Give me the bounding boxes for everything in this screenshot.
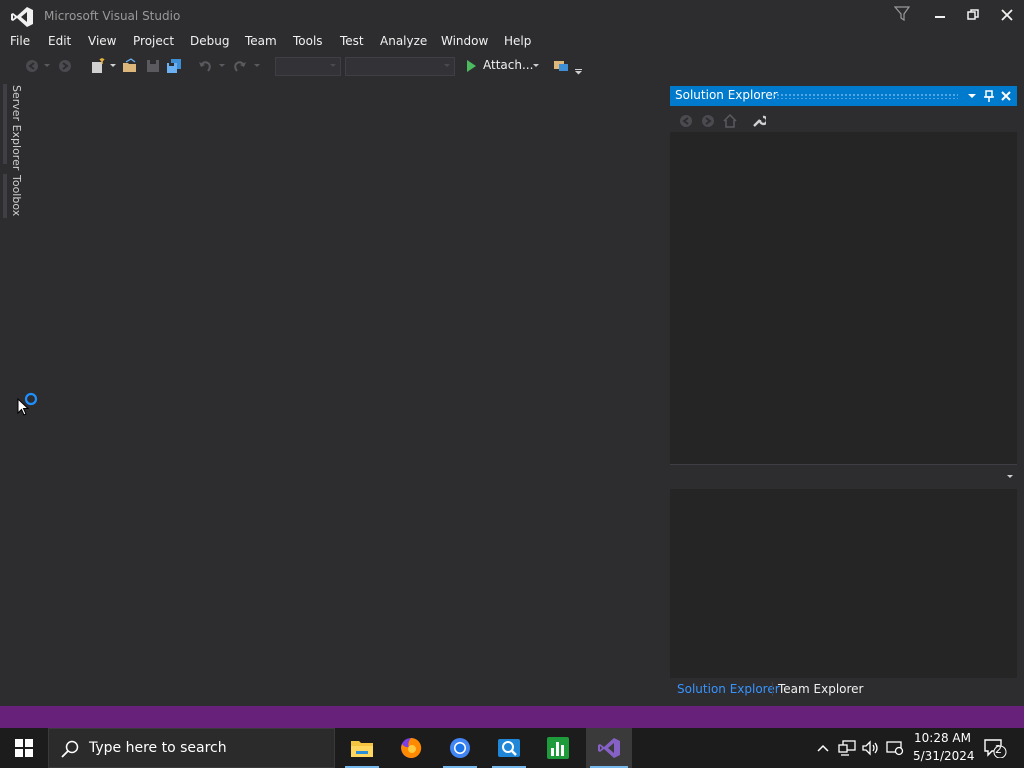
chrome-icon [450,738,470,758]
taskbar-search-box[interactable]: Type here to search [48,728,335,768]
menu-test[interactable]: Test [340,32,364,52]
standard-toolbar: Attach... [0,54,1024,78]
window-position-dropdown-icon[interactable] [964,88,980,104]
magnifier-app-icon [498,739,520,757]
notification-count-badge: 2 [995,743,1002,756]
start-debugging-play-icon[interactable] [464,56,478,76]
file-explorer-icon [351,741,373,757]
properties-splitter[interactable] [670,464,1017,489]
solution-explorer-title: Solution Explorer [675,88,778,102]
solution-explorer-toolbar [670,106,1017,132]
menu-view[interactable]: View [88,32,116,52]
display-settings-icon[interactable] [885,738,905,758]
taskbar-firefox[interactable] [390,728,432,768]
navigate-back-dropdown-icon[interactable] [42,56,52,76]
menu-tools[interactable]: Tools [293,32,323,52]
new-project-dropdown-icon[interactable] [109,56,117,76]
close-button[interactable] [991,4,1023,26]
windows-logo-icon [15,739,33,757]
open-file-icon[interactable] [121,56,139,76]
taskbar-file-explorer[interactable] [341,728,383,768]
attach-button[interactable]: Attach... [483,57,533,74]
new-project-icon[interactable] [88,56,106,76]
undo-dropdown-icon[interactable] [217,56,227,76]
editor-area [24,80,668,706]
menu-project[interactable]: Project [133,32,174,52]
window-title: Microsoft Visual Studio [44,9,181,23]
taskbar-visual-studio[interactable] [586,728,632,768]
undo-icon[interactable] [196,56,214,76]
feedback-filter-icon[interactable] [893,5,911,23]
toolbox-tab[interactable]: Toolbox [10,175,23,216]
left-tool-strip: Server Explorer Toolbox [0,80,24,706]
menu-debug[interactable]: Debug [190,32,229,52]
redo-icon[interactable] [231,56,249,76]
menu-bar: File Edit View Project Debug Team Tools … [0,32,1024,52]
volume-icon[interactable] [861,738,881,758]
save-all-icon[interactable] [165,56,183,76]
pin-icon[interactable] [981,88,997,104]
visual-studio-logo-icon [10,6,34,28]
start-button[interactable] [0,728,48,768]
menu-edit[interactable]: Edit [48,32,71,52]
menu-analyze[interactable]: Analyze [380,32,427,52]
solution-explorer-tabs: Solution Explorer Team Explorer [670,678,1017,700]
clock-time[interactable]: 10:28 AM [914,731,971,745]
se-back-icon[interactable] [678,111,694,131]
redo-dropdown-icon[interactable] [252,56,262,76]
properties-dropdown-icon[interactable] [1007,475,1013,479]
visual-studio-icon [598,738,620,758]
se-forward-icon[interactable] [700,111,716,131]
menu-team[interactable]: Team [245,32,277,52]
search-placeholder: Type here to search [89,740,227,756]
attach-dropdown-icon[interactable] [531,56,541,76]
tab-solution-explorer[interactable]: Solution Explorer [677,681,780,697]
se-properties-wrench-icon[interactable] [751,111,767,131]
minimize-button[interactable] [924,4,956,26]
clock-date[interactable]: 5/31/2024 [913,749,975,763]
find-in-files-icon[interactable] [552,56,570,76]
solution-configurations-combo[interactable] [275,57,341,76]
toolbar-options-icon[interactable] [573,62,583,82]
search-icon [61,740,79,758]
firefox-icon [401,737,422,758]
server-explorer-tab[interactable]: Server Explorer [10,85,23,170]
menu-window[interactable]: Window [441,32,488,52]
save-icon[interactable] [144,56,162,76]
close-panel-icon[interactable] [998,88,1014,104]
solution-platforms-combo[interactable] [345,57,455,76]
tab-team-explorer[interactable]: Team Explorer [778,681,864,697]
panel-grip [772,93,958,99]
menu-file[interactable]: File [10,32,30,52]
solution-tree-view[interactable] [671,133,1016,464]
show-hidden-icons-chevron-icon[interactable] [814,738,832,758]
taskbar-magnifier-app[interactable] [488,728,530,768]
mouse-cursor-icon [17,397,30,420]
spreadsheet-app-icon [547,737,569,759]
solution-explorer-header[interactable]: Solution Explorer [670,86,1017,106]
action-center-icon[interactable]: 2 [982,738,1008,758]
server-explorer-tab-bar [3,84,7,164]
navigate-forward-button[interactable] [57,56,73,76]
restore-button[interactable] [957,4,989,26]
network-icon[interactable] [837,738,857,758]
taskbar-spreadsheet-app[interactable] [537,728,579,768]
toolbox-tab-bar [3,174,7,218]
tab-divider [772,682,773,696]
status-bar [0,706,1024,728]
se-home-icon[interactable] [722,111,738,131]
menu-help[interactable]: Help [504,32,531,52]
navigate-back-button[interactable] [24,56,40,76]
properties-area [671,489,1016,677]
taskbar-chrome[interactable] [439,728,481,768]
